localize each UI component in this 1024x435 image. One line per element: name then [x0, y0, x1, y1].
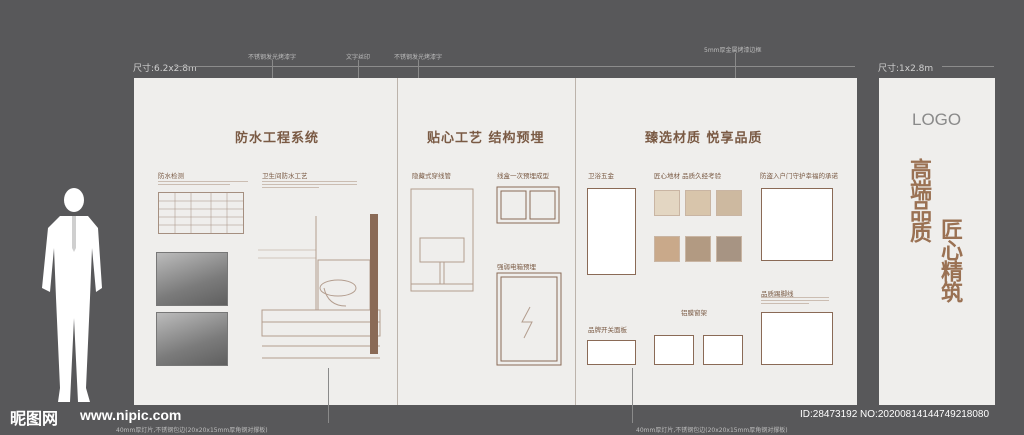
panel2-sub2: 线盒一次预埋成型 [497, 172, 549, 180]
switch-frame [587, 340, 636, 365]
watermark-url: www.nipic.com [80, 407, 182, 423]
panel1-text-block [158, 181, 248, 187]
panel1-title: 防水工程系统 [235, 131, 320, 146]
panel3-sub-frame: 铝膜窗架 [681, 309, 707, 317]
window-frame-sample [703, 335, 743, 365]
leader-line [328, 368, 329, 423]
material-swatch [685, 236, 711, 262]
panel3-sub-door: 防盗入户门守护幸福的承诺 [760, 172, 838, 180]
waterproof-table [158, 192, 244, 234]
person-silhouette [42, 188, 102, 402]
side-size-label: 尺寸:1x2.8m [878, 64, 934, 74]
material-swatch [654, 190, 680, 216]
logo-text: LOGO [912, 110, 962, 129]
bottom-note-left: 40mm厚灯片,不锈钢包边(20x20x15mm厚角钢对撑板) [116, 427, 268, 434]
slogan-2: 匠心精筑 [937, 218, 963, 302]
window-frame-sample [654, 335, 694, 365]
hardware-frame [587, 188, 636, 275]
material-swatch [716, 190, 742, 216]
panel3-sub-floor: 匠心地材 品质久经考验 [654, 172, 722, 180]
wall-divider [397, 78, 398, 405]
skirting-frame [761, 312, 833, 365]
leader-line [632, 368, 633, 423]
conduit-diagram [410, 188, 474, 292]
panel3-sub-switch: 品牌开关面板 [588, 326, 627, 334]
panel1-text-block-2 [262, 181, 357, 193]
watermark-id: ID:28473192 NO:20200814144749218080 [800, 409, 990, 420]
bottom-note-right: 40mm厚灯片,不锈钢包边(20x20x15mm厚角钢对撑板) [636, 427, 788, 434]
slogan-1: 高端品质 [906, 158, 932, 242]
top-note-4: 5mm厚金属烤漆边框 [704, 47, 762, 54]
dimension-line-side [942, 66, 994, 67]
wall-size-label: 尺寸:6.2x2.8m [133, 64, 197, 74]
electric-box-diagram [496, 272, 562, 366]
watermark-logo: 昵图网 [10, 409, 59, 428]
junction-box-diagram [496, 186, 560, 224]
panel3-title: 臻选材质 悦享品质 [645, 131, 763, 146]
panel2-sub1: 隐藏式穿线管 [412, 172, 451, 180]
panel1-sub-right: 卫生间防水工艺 [262, 172, 308, 180]
dimension-line [175, 66, 855, 67]
door-frame [761, 188, 833, 261]
material-swatch [716, 236, 742, 262]
waterproof-photo-1 [156, 252, 228, 306]
panel2-title: 贴心工艺 结构预埋 [427, 131, 545, 146]
panel3-sub-hardware: 卫浴五金 [588, 172, 614, 180]
bathroom-diagram [258, 214, 381, 359]
panel1-sub-left: 防水检测 [158, 172, 184, 180]
waterproof-photo-2 [156, 312, 228, 366]
skirting-text-block [761, 297, 829, 307]
wall-divider [575, 78, 576, 405]
material-swatch [685, 190, 711, 216]
panel2-sub3: 强弱电箱预埋 [497, 263, 536, 271]
material-swatch [654, 236, 680, 262]
